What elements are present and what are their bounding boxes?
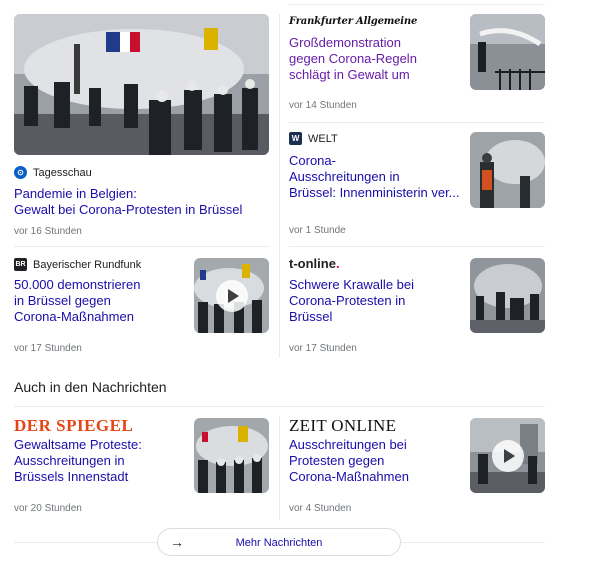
column-divider-top [279, 14, 280, 358]
news-card-spiegel[interactable]: DER SPIEGEL Gewaltsame Proteste: Ausschr… [14, 416, 270, 516]
news-headline: Corona- Ausschreitungen in Brüssel: Inne… [289, 153, 460, 200]
news-thumbnail [14, 14, 269, 155]
news-headline: Schwere Krawalle bei Corona-Protesten in… [289, 277, 415, 324]
news-headline: Ausschreitungen bei Protesten gegen Coro… [289, 437, 409, 484]
news-source: W WELT [289, 132, 338, 145]
news-timestamp: vor 1 Stunde [289, 225, 346, 236]
news-headline: Gewaltsame Proteste: Ausschreitungen in … [14, 437, 142, 484]
news-source: ZEIT ONLINE [289, 416, 396, 436]
news-source: t-online. [289, 256, 340, 271]
more-news-button[interactable]: → Mehr Nachrichten [157, 528, 401, 556]
news-timestamp: vor 14 Stunden [289, 100, 357, 111]
news-source-name: WELT [308, 132, 338, 145]
play-video-icon[interactable] [491, 439, 524, 472]
news-timestamp: vor 4 Stunden [289, 503, 352, 514]
news-thumbnail [194, 418, 269, 493]
news-source-name: Bayerischer Rundfunk [33, 258, 142, 271]
br-icon: BR [14, 258, 27, 271]
news-thumbnail[interactable] [470, 418, 545, 493]
tagesschau-icon: ⊙ [14, 166, 27, 179]
faz-logo: Frankfurter Allgemeine [289, 16, 418, 27]
news-card-br[interactable]: BR Bayerischer Rundfunk 50.000 demonstri… [14, 256, 270, 356]
bottom-divider-right [401, 542, 545, 543]
divider-right-2 [289, 246, 545, 247]
news-source: ⊙ Tagesschau [14, 166, 92, 179]
spiegel-logo: DER SPIEGEL [14, 416, 134, 435]
news-card-welt[interactable]: W WELT Corona- Ausschreitungen in Brüsse… [289, 132, 545, 240]
news-headline: Großdemonstration gegen Corona-Regeln sc… [289, 35, 417, 82]
news-source: DER SPIEGEL [14, 416, 133, 436]
news-card-tagesschau[interactable]: ⊙ Tagesschau Pandemie in Belgien: Gewalt… [14, 14, 270, 240]
news-source: BR Bayerischer Rundfunk [14, 258, 141, 271]
divider-left-1 [14, 246, 269, 247]
more-news-label: Mehr Nachrichten [235, 537, 323, 549]
news-timestamp: vor 16 Stunden [14, 226, 82, 237]
news-timestamp: vor 17 Stunden [289, 343, 357, 354]
top-divider [289, 4, 545, 5]
news-thumbnail [470, 132, 545, 208]
play-video-icon[interactable] [215, 279, 248, 312]
news-headline: Pandemie in Belgien: Gewalt bei Corona-P… [14, 186, 243, 217]
zeit-online-logo: ZEIT ONLINE [289, 416, 397, 435]
news-source-name: Tagesschau [33, 166, 92, 179]
news-headline: 50.000 demonstrieren in Brüssel gegen Co… [14, 277, 141, 324]
news-thumbnail [470, 258, 545, 333]
column-divider-bottom [279, 416, 280, 520]
news-timestamp: vor 17 Stunden [14, 343, 82, 354]
welt-icon: W [289, 132, 302, 145]
news-card-zeit-online[interactable]: ZEIT ONLINE Ausschreitungen bei Proteste… [289, 416, 545, 516]
bottom-divider-left [14, 542, 157, 543]
divider-right-1 [289, 122, 545, 123]
news-card-faz[interactable]: Frankfurter Allgemeine Großdemonstration… [289, 14, 545, 114]
news-source: Frankfurter Allgemeine [289, 16, 417, 27]
news-timestamp: vor 20 Stunden [14, 503, 82, 514]
news-card-t-online[interactable]: t-online. Schwere Krawalle bei Corona-Pr… [289, 256, 545, 356]
t-online-logo: t-online. [289, 256, 340, 271]
news-thumbnail[interactable] [194, 258, 269, 333]
section-divider [14, 406, 545, 407]
news-thumbnail [470, 14, 545, 90]
section-heading: Auch in den Nachrichten [14, 379, 167, 395]
